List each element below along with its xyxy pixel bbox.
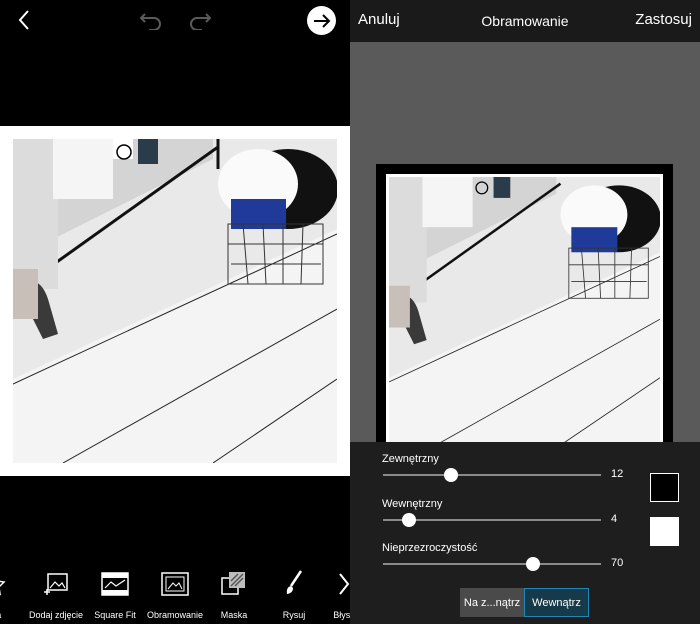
- tool-label: Maska: [220, 610, 248, 620]
- slider-value-opacity: 70: [611, 557, 624, 569]
- border-panel: Obramowanie Anuluj Zastosuj Zewnętrzny 1…: [350, 0, 700, 624]
- tool-border[interactable]: Obramowanie: [143, 566, 207, 620]
- tool-add-photo[interactable]: Dodaj zdjęcie: [24, 566, 88, 620]
- cancel-button[interactable]: Anuluj: [358, 11, 400, 28]
- add-photo-icon: [44, 573, 68, 595]
- slider-knob[interactable]: [526, 557, 541, 571]
- mask-icon: [221, 572, 245, 595]
- next-tools-icon: [339, 573, 350, 595]
- sticker-icon: [0, 580, 6, 596]
- preview-stage: [350, 42, 700, 461]
- tool-label: Dodaj zdjęcie: [28, 610, 84, 620]
- inside-mode-button[interactable]: Wewnątrz: [524, 588, 589, 617]
- slider-knob[interactable]: [443, 468, 458, 482]
- outer-width-slider[interactable]: [383, 468, 601, 482]
- slider-value-outer: 12: [611, 468, 624, 480]
- tools-toolbar: oka Dodaj zdjęcie Square Fit Obramowanie…: [0, 566, 355, 624]
- undo-button[interactable]: [137, 6, 165, 34]
- edited-photo[interactable]: [13, 139, 337, 463]
- slider-label-outer: Zewnętrzny: [382, 453, 439, 465]
- editor-panel: oka Dodaj zdjęcie Square Fit Obramowanie…: [0, 0, 355, 624]
- redo-button[interactable]: [186, 6, 214, 34]
- slider-label-opacity: Nieprzezroczystość: [382, 542, 478, 554]
- arrow-right-icon: [313, 13, 330, 28]
- bordered-photo-preview: [389, 177, 660, 448]
- tool-label: Square Fit: [94, 610, 136, 620]
- apply-button[interactable]: Zastosuj: [635, 11, 692, 28]
- inner-color-swatch[interactable]: [650, 517, 679, 546]
- tool-label: Obramowanie: [146, 610, 204, 620]
- outer-color-swatch[interactable]: [650, 473, 679, 502]
- back-button[interactable]: [10, 6, 38, 34]
- inner-border: [386, 174, 663, 451]
- brush-icon: [286, 570, 303, 594]
- border-controls: Zewnętrzny 12 Wewnętrzny 4 Nieprzezroczy…: [350, 442, 700, 582]
- tool-sticker[interactable]: oka: [0, 566, 26, 620]
- tool-label: oka: [0, 610, 26, 620]
- inner-width-slider[interactable]: [383, 513, 601, 527]
- app-root: oka Dodaj zdjęcie Square Fit Obramowanie…: [0, 0, 700, 624]
- outside-mode-button[interactable]: Na z...nątrz: [460, 588, 524, 617]
- opacity-slider[interactable]: [383, 557, 601, 571]
- tool-mask[interactable]: Maska: [202, 566, 266, 620]
- slider-label-inner: Wewnętrzny: [382, 498, 443, 510]
- border-icon: [161, 572, 189, 596]
- square-fit-icon: [101, 572, 129, 596]
- redo-icon: [190, 13, 212, 30]
- outer-border: [376, 164, 673, 461]
- slider-value-inner: 4: [611, 513, 618, 525]
- border-mode-bar: Na z...nątrz Wewnątrz: [350, 582, 700, 624]
- slider-knob[interactable]: [402, 513, 417, 527]
- undo-icon: [139, 13, 161, 30]
- tool-square-fit[interactable]: Square Fit: [83, 566, 147, 620]
- chevron-left-icon: [18, 10, 29, 30]
- border-header: Obramowanie Anuluj Zastosuj: [350, 0, 700, 42]
- next-button[interactable]: [307, 6, 336, 35]
